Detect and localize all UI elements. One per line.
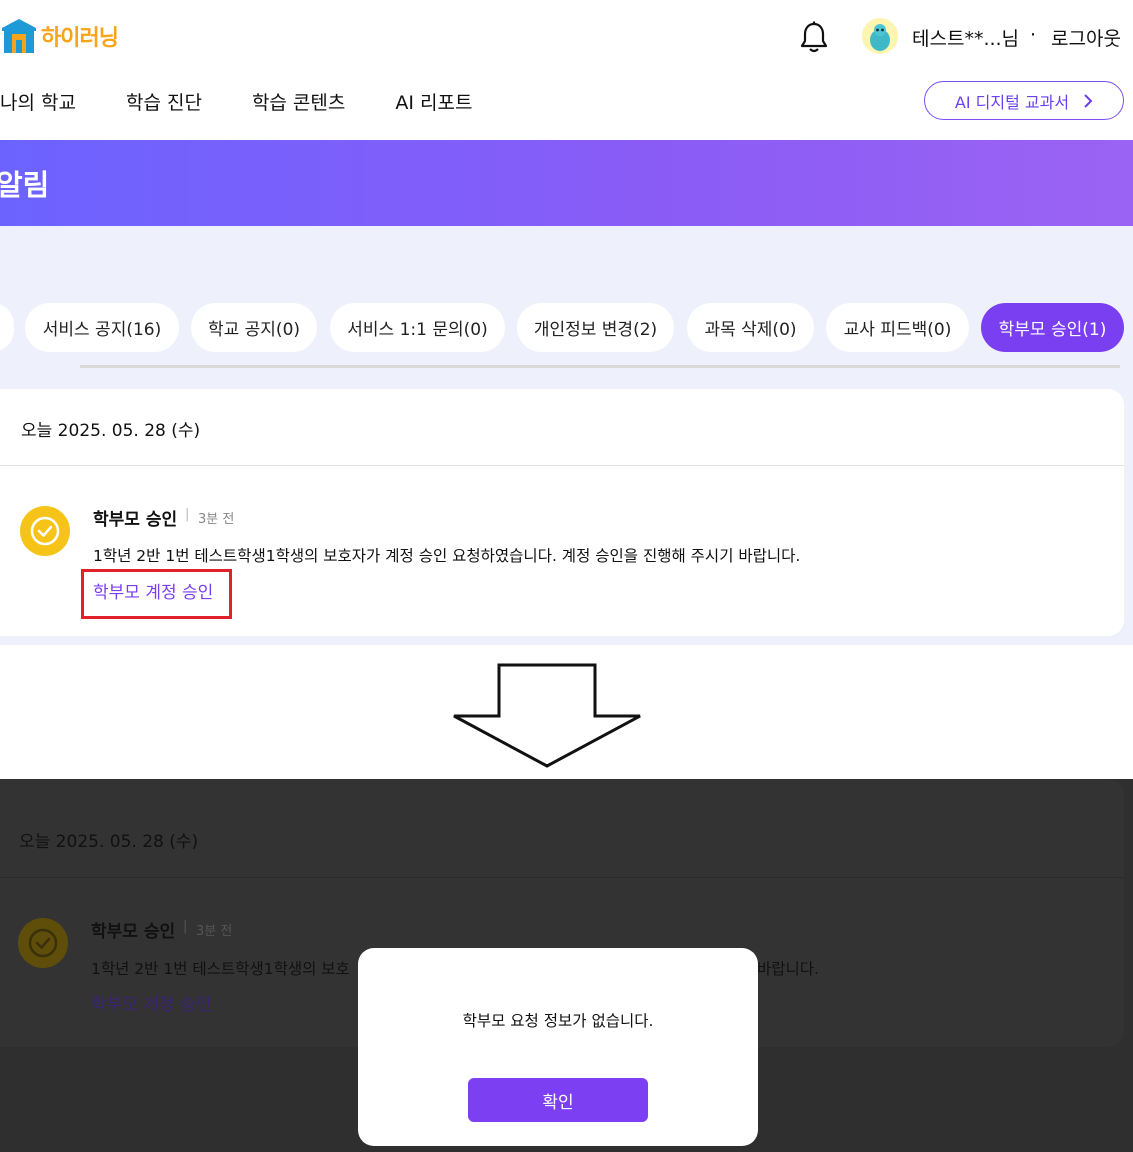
- modal-message: 학부모 요청 정보가 없습니다.: [462, 1012, 654, 1030]
- dimmed-title-divider: |: [183, 919, 188, 934]
- dimmed-notification-body-right: 바랍니다.: [757, 960, 819, 978]
- user-name[interactable]: 테스트**...님: [912, 24, 1019, 51]
- top-header: 하이러닝 테스트**...님 · 로그아웃 나의 학교 학습 진단 학습 콘텐츠…: [0, 0, 1133, 140]
- nav-item-my-school[interactable]: 나의 학교: [0, 88, 76, 115]
- tabs-scrollbar[interactable]: [80, 365, 1120, 368]
- logo-icon: [2, 19, 36, 53]
- highlight-box: [81, 569, 232, 619]
- tab-parent-approval[interactable]: 학부모 승인(1): [981, 303, 1124, 352]
- main-nav: 나의 학교 학습 진단 학습 콘텐츠 AI 리포트: [0, 88, 522, 115]
- down-arrow-icon: [453, 663, 641, 768]
- notification-content: 서비스 공지(16) 학교 공지(0) 서비스 1:1 문의(0) 개인정보 변…: [0, 226, 1133, 645]
- tab-teacher-feedback[interactable]: 교사 피드백(0): [826, 303, 969, 352]
- tab-previous-partial[interactable]: [0, 303, 14, 352]
- notification-title-divider: |: [185, 507, 190, 522]
- nav-item-contents[interactable]: 학습 콘텐츠: [252, 88, 345, 115]
- tab-school-notice[interactable]: 학교 공지(0): [191, 303, 317, 352]
- notification-time: 3분 전: [198, 512, 235, 527]
- avatar[interactable]: [862, 18, 898, 54]
- notification-date: 오늘 2025. 05. 28 (수): [21, 421, 201, 441]
- header-separator: ·: [1030, 24, 1037, 46]
- tab-service-notice[interactable]: 서비스 공지(16): [25, 303, 179, 352]
- alert-modal: 학부모 요청 정보가 없습니다. 확인: [358, 948, 758, 1146]
- tab-privacy-change[interactable]: 개인정보 변경(2): [517, 303, 674, 352]
- notification-tabs: 서비스 공지(16) 학교 공지(0) 서비스 1:1 문의(0) 개인정보 변…: [0, 303, 1133, 353]
- logout-link[interactable]: 로그아웃: [1051, 24, 1121, 51]
- bell-icon[interactable]: [797, 20, 831, 54]
- tab-subject-delete[interactable]: 과목 삭제(0): [687, 303, 814, 352]
- dimmed-check-circle-icon: [18, 918, 68, 968]
- tab-service-inquiry[interactable]: 서비스 1:1 문의(0): [330, 303, 505, 352]
- page-title: 알림: [0, 168, 50, 202]
- logo[interactable]: 하이러닝: [0, 17, 119, 55]
- dimmed-parent-approval-link: 학부모 계정 승인: [91, 995, 212, 1015]
- dimmed-notification-date: 오늘 2025. 05. 28 (수): [19, 832, 199, 852]
- dimmed-notification-time: 3분 전: [196, 924, 233, 939]
- nav-item-diagnosis[interactable]: 학습 진단: [126, 88, 202, 115]
- notification-body: 1학년 2반 1번 테스트학생1학생의 보호자가 계정 승인 요청하였습니다. …: [93, 547, 801, 565]
- dimmed-card-divider: [0, 877, 1124, 878]
- avatar-character-icon: [862, 18, 898, 54]
- arrow-area: [0, 645, 1133, 779]
- notification-title: 학부모 승인: [93, 510, 178, 530]
- dimmed-notification-title: 학부모 승인: [91, 922, 176, 942]
- ai-textbook-button[interactable]: AI 디지털 교과서: [924, 81, 1124, 120]
- chevron-right-icon: [1084, 93, 1093, 108]
- card-divider: [0, 465, 1124, 466]
- confirm-button[interactable]: 확인: [468, 1078, 648, 1122]
- nav-item-ai-report[interactable]: AI 리포트: [395, 88, 472, 115]
- page-banner: 알림: [0, 140, 1133, 226]
- logo-text: 하이러닝: [41, 26, 119, 51]
- check-circle-icon: [20, 506, 70, 556]
- dimmed-notification-body-left: 1학년 2반 1번 테스트학생1학생의 보호: [91, 960, 350, 978]
- ai-textbook-label: AI 디지털 교과서: [954, 92, 1070, 112]
- notification-card: 오늘 2025. 05. 28 (수) 학부모 승인 | 3분 전 1학년 2반…: [0, 389, 1124, 636]
